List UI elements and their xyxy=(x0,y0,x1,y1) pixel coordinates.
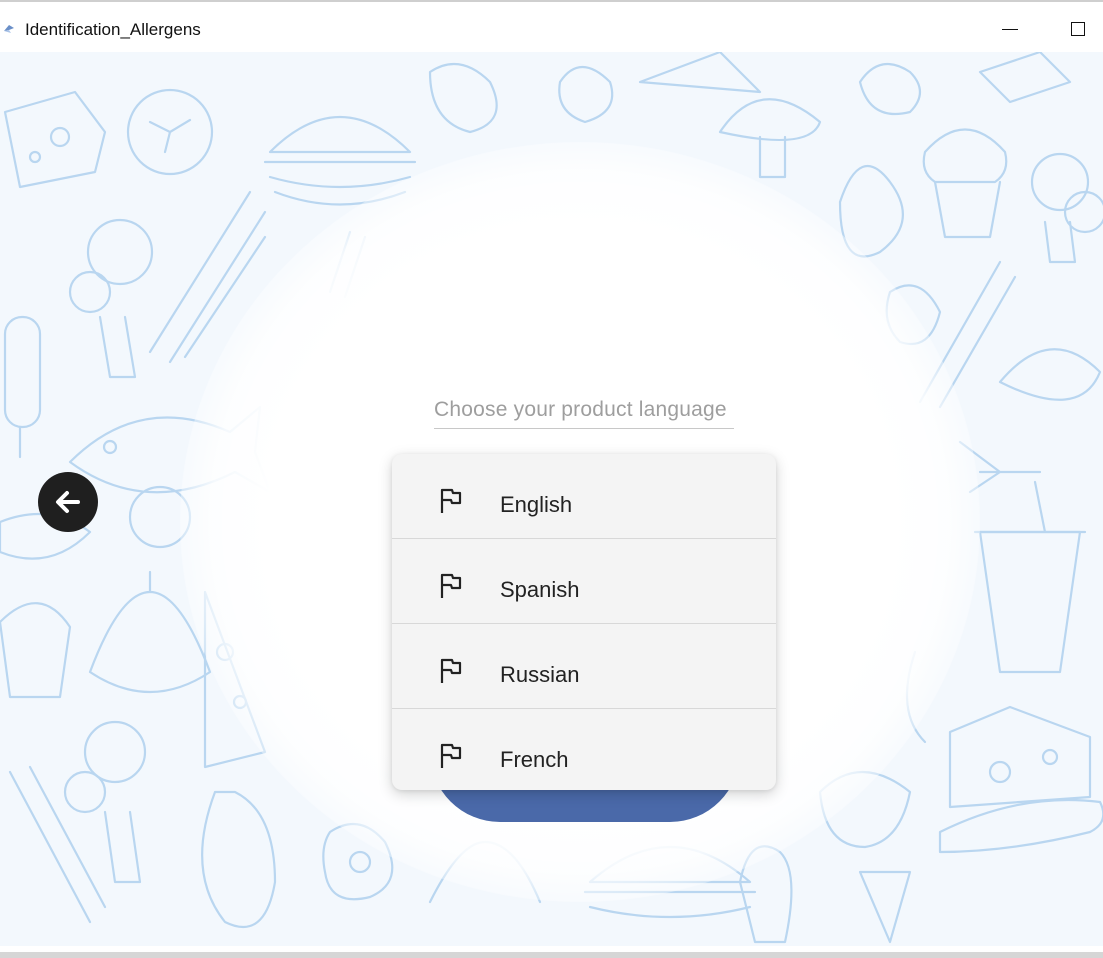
language-select-underline xyxy=(434,428,734,429)
language-option-label: Spanish xyxy=(500,577,580,602)
flag-icon xyxy=(440,743,462,768)
app-icon xyxy=(4,25,14,33)
language-select[interactable]: Choose your product language xyxy=(434,398,764,432)
app-content: Choose your product language English Spa… xyxy=(0,52,1103,946)
language-option-french[interactable]: French xyxy=(392,709,776,790)
language-option-label: Russian xyxy=(500,662,580,687)
language-option-english[interactable]: English xyxy=(392,454,776,539)
flag-icon xyxy=(440,573,462,598)
flag-icon xyxy=(440,488,462,513)
window-title: Identification_Allergens xyxy=(25,20,201,39)
language-option-spanish[interactable]: Spanish xyxy=(392,539,776,624)
language-option-label: French xyxy=(500,747,569,772)
arrow-left-icon xyxy=(56,491,80,513)
app-window: Identification_Allergens Choose your pro… xyxy=(0,0,1103,958)
maximize-button[interactable] xyxy=(1056,12,1100,48)
language-dropdown: English Spanish Russian French xyxy=(392,454,776,790)
language-option-russian[interactable]: Russian xyxy=(392,624,776,709)
language-option-label: English xyxy=(500,492,573,517)
minimize-button[interactable] xyxy=(988,12,1032,48)
back-button[interactable] xyxy=(38,472,98,532)
flag-icon xyxy=(440,658,462,683)
language-select-placeholder: Choose your product language xyxy=(434,398,727,421)
title-bar: Identification_Allergens xyxy=(0,4,1103,52)
